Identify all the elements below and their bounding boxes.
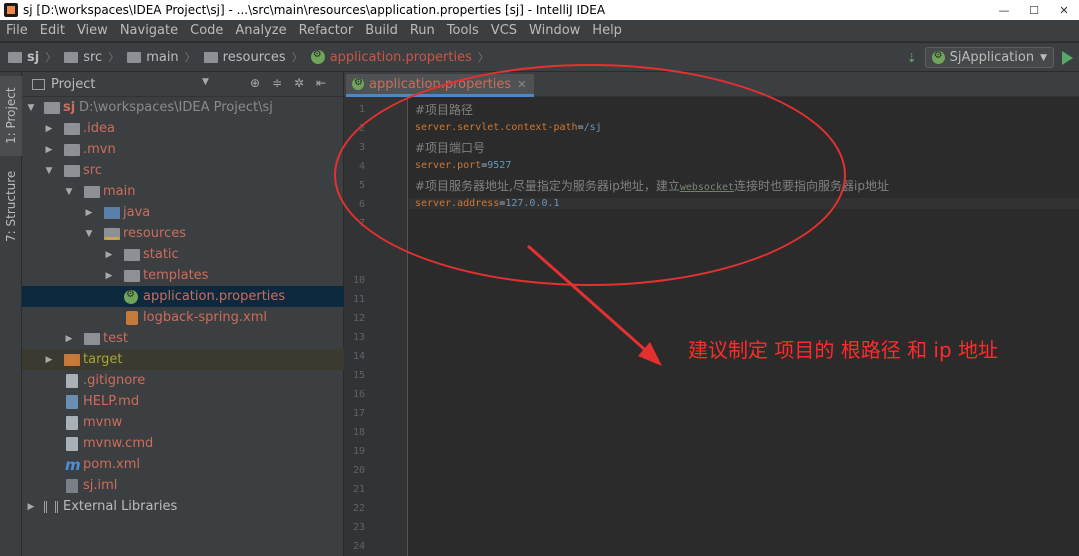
annotation-arrow xyxy=(527,244,662,366)
annotation-text: 建议制定 项目的 根路径 和 ip 地址 xyxy=(688,338,999,362)
